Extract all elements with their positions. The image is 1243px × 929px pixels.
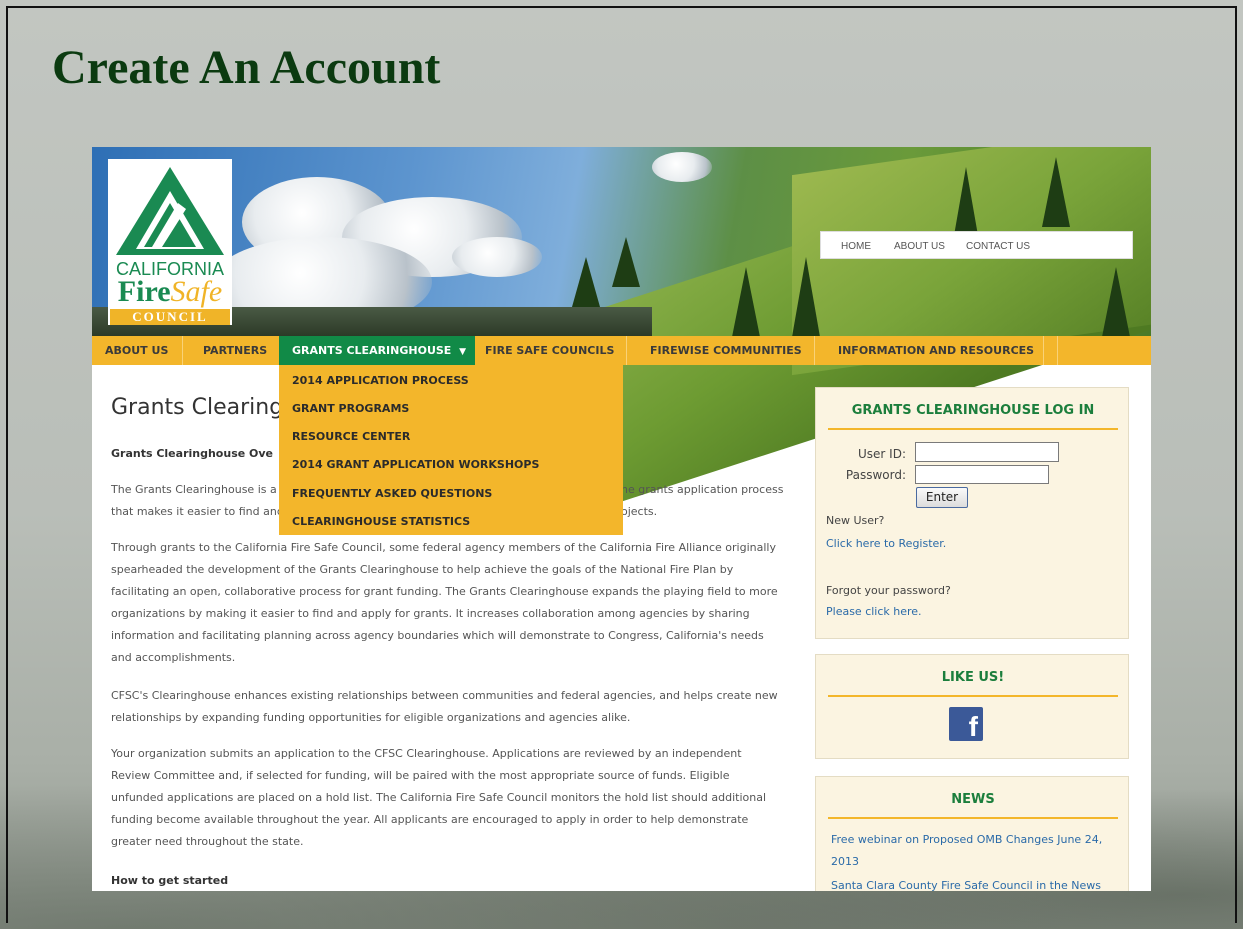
- dropdown-item-statistics[interactable]: CLEARINGHOUSE STATISTICS: [292, 515, 470, 528]
- cfsc-logo[interactable]: CALIFORNIA FireSafe COUNCIL: [108, 159, 232, 325]
- header-banner: CALIFORNIA FireSafe COUNCIL HOME ABOUT U…: [92, 147, 1151, 531]
- nav-separator: [1043, 336, 1044, 365]
- intro-line2-left: that makes it easier to find and: [111, 505, 284, 518]
- tree-image: [1042, 157, 1070, 227]
- news-title: NEWS: [828, 792, 1118, 819]
- tree-image: [612, 237, 640, 287]
- grants-dropdown-menu: 2014 APPLICATION PROCESS GRANT PROGRAMS …: [279, 365, 623, 535]
- dropdown-item-application-process[interactable]: 2014 APPLICATION PROCESS: [292, 374, 469, 387]
- tree-image: [1102, 267, 1130, 337]
- news-item[interactable]: Free webinar on Proposed OMB Changes Jun…: [831, 829, 1121, 873]
- dropdown-item-resource-center[interactable]: RESOURCE CENTER: [292, 430, 410, 443]
- new-user-text: New User?: [826, 514, 885, 527]
- intro-line1-left: The Grants Clearinghouse is a: [111, 483, 277, 496]
- like-us-box: LIKE US! f: [815, 654, 1129, 759]
- main-nav: ABOUT US PARTNERS GRANTS CLEARINGHOUSE ▼…: [92, 336, 1151, 365]
- nav-information-resources[interactable]: INFORMATION AND RESOURCES: [838, 336, 1034, 365]
- intro-line2-right: ojects.: [621, 505, 658, 518]
- like-us-title: LIKE US!: [828, 670, 1118, 697]
- paragraph-application: Your organization submits an application…: [111, 747, 767, 848]
- nav-fire-safe-councils[interactable]: FIRE SAFE COUNCILS: [485, 336, 614, 365]
- paragraph-background: Through grants to the California Fire Sa…: [111, 541, 778, 664]
- top-nav-about-us[interactable]: ABOUT US: [894, 241, 945, 252]
- facebook-glyph: f: [968, 711, 978, 742]
- user-id-input[interactable]: [915, 442, 1059, 462]
- logo-fire-text: Fire: [117, 275, 171, 308]
- page-heading: Grants Clearing: [111, 395, 284, 420]
- tree-image: [732, 267, 760, 337]
- nav-separator: [182, 336, 183, 365]
- news-box: NEWS Free webinar on Proposed OMB Change…: [815, 776, 1129, 891]
- login-box: GRANTS CLEARINGHOUSE LOG IN User ID: Pas…: [815, 387, 1129, 639]
- password-label: Password:: [845, 468, 906, 482]
- dropdown-item-faq[interactable]: FREQUENTLY ASKED QUESTIONS: [292, 487, 492, 500]
- nav-grants-clearinghouse-label: GRANTS CLEARINGHOUSE: [292, 344, 452, 357]
- logo-safe-text: Safe: [170, 275, 223, 308]
- overview-heading: Grants Clearinghouse Ove: [111, 447, 274, 460]
- top-utility-nav: HOME ABOUT US CONTACT US: [820, 231, 1133, 259]
- nav-grants-clearinghouse[interactable]: GRANTS CLEARINGHOUSE ▼: [279, 336, 475, 365]
- dropdown-item-grant-programs[interactable]: GRANT PROGRAMS: [292, 402, 409, 415]
- facebook-icon[interactable]: f: [949, 707, 983, 742]
- tree-image: [572, 257, 600, 307]
- cloud-image: [452, 237, 542, 277]
- top-nav-home[interactable]: HOME: [841, 241, 871, 252]
- intro-line1-right: he grants application process: [621, 483, 784, 496]
- how-to-start-heading: How to get started: [111, 874, 229, 887]
- triangle-logo-icon: [116, 167, 224, 255]
- nav-firewise-communities[interactable]: FIREWISE COMMUNITIES: [650, 336, 802, 365]
- logo-firesafe-text: FireSafe: [110, 275, 230, 309]
- paragraph-relationships: CFSC's Clearinghouse enhances existing r…: [111, 689, 778, 724]
- cloud-image: [652, 152, 712, 182]
- website-screenshot: CALIFORNIA FireSafe COUNCIL HOME ABOUT U…: [92, 147, 1151, 891]
- nav-separator: [626, 336, 627, 365]
- register-link[interactable]: Click here to Register.: [826, 537, 946, 550]
- nav-about-us[interactable]: ABOUT US: [105, 336, 168, 365]
- enter-button[interactable]: Enter: [916, 487, 968, 508]
- password-input[interactable]: [915, 465, 1049, 484]
- dropdown-item-workshops[interactable]: 2014 GRANT APPLICATION WORKSHOPS: [292, 458, 539, 471]
- top-nav-contact-us[interactable]: CONTACT US: [966, 241, 1030, 252]
- reset-password-link[interactable]: Please click here.: [826, 605, 922, 618]
- forgot-password-text: Forgot your password?: [826, 584, 951, 597]
- logo-council-text: COUNCIL: [110, 309, 230, 325]
- tree-image: [792, 257, 820, 337]
- user-id-label: User ID:: [858, 447, 906, 461]
- login-box-title: GRANTS CLEARINGHOUSE LOG IN: [828, 403, 1118, 430]
- news-item[interactable]: Santa Clara County Fire Safe Council in …: [831, 875, 1121, 891]
- caret-down-icon: ▼: [459, 347, 467, 357]
- nav-separator: [814, 336, 815, 365]
- nav-partners[interactable]: PARTNERS: [203, 336, 267, 365]
- nav-separator: [1057, 336, 1058, 365]
- slide-title: Create An Account: [52, 41, 441, 94]
